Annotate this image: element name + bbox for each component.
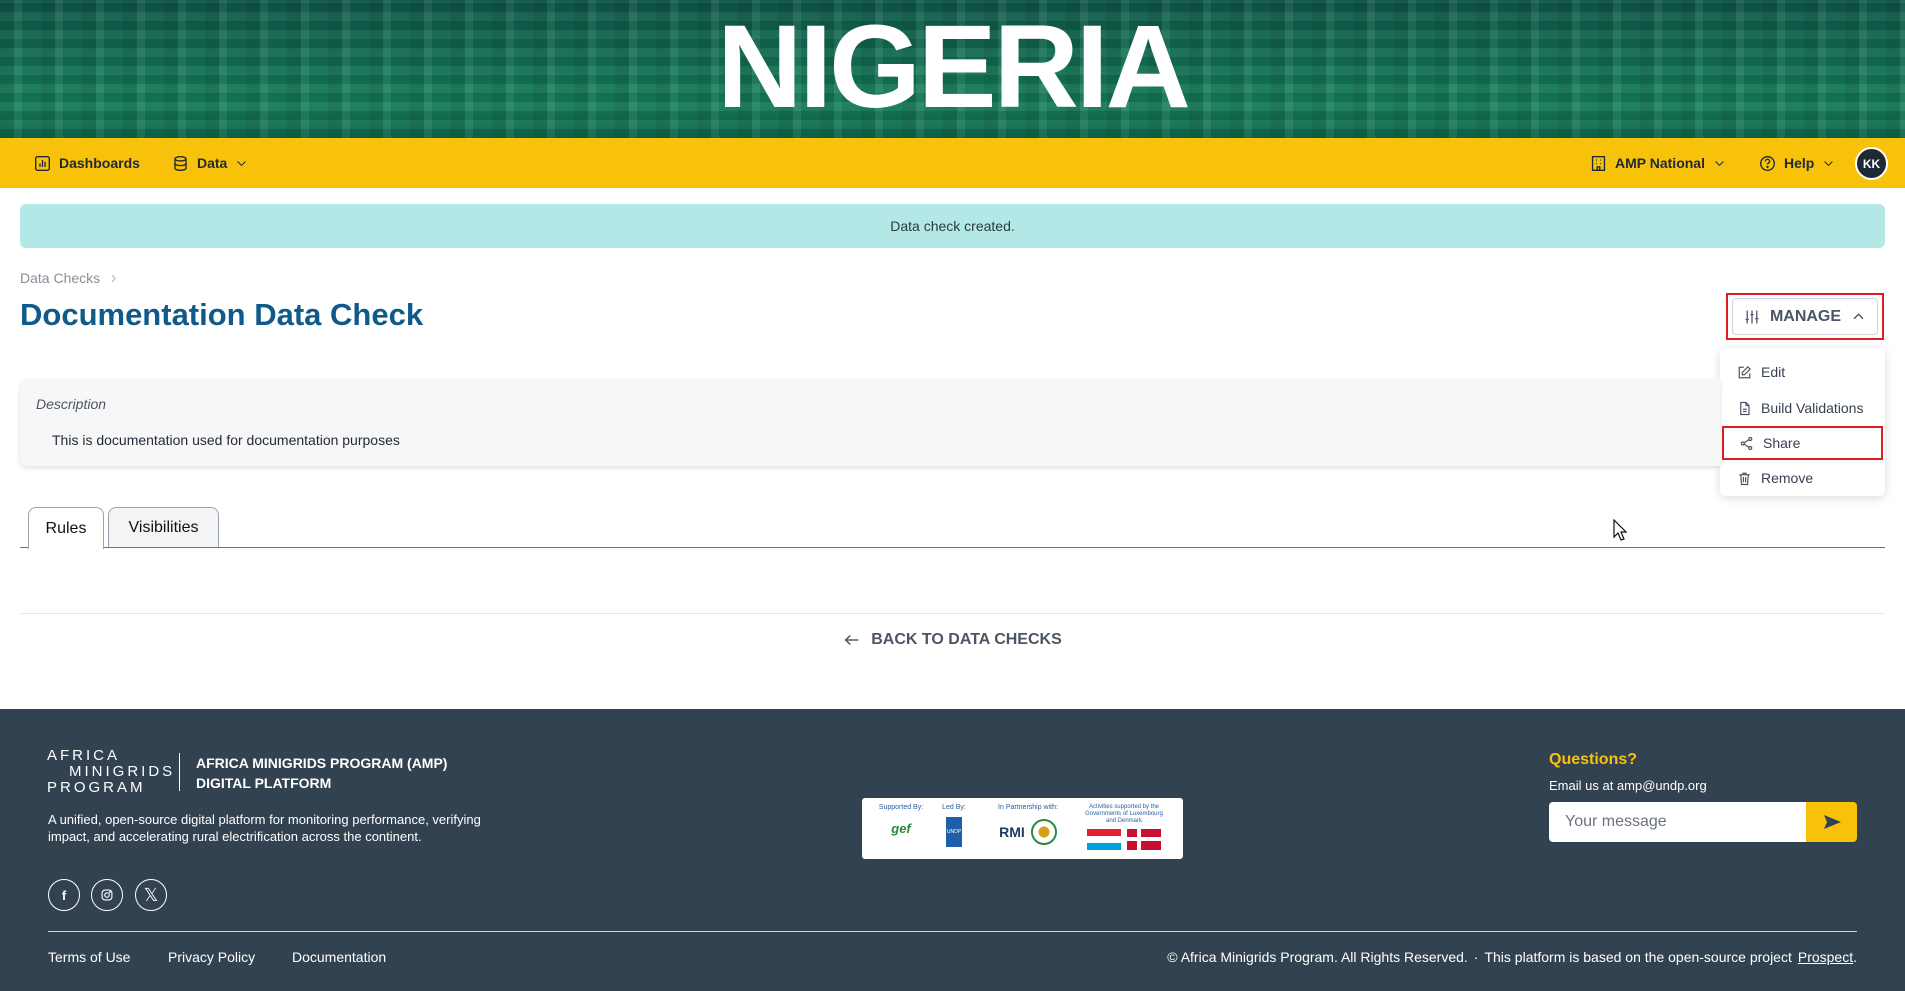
section-divider (20, 613, 1885, 614)
footer-divider (48, 931, 1857, 932)
page-title: Documentation Data Check (20, 297, 424, 332)
menu-item-remove-label: Remove (1761, 470, 1814, 486)
send-icon (1823, 815, 1841, 829)
menu-item-build-validations-label: Build Validations (1761, 400, 1864, 416)
footer-description: A unified, open-source digital platform … (48, 812, 481, 844)
tabs-divider (20, 547, 1885, 548)
menu-item-share[interactable]: Share (1722, 426, 1883, 460)
manage-button[interactable]: MANAGE (1732, 298, 1878, 335)
document-icon (1740, 401, 1750, 415)
site-footer: AFRICA MINIGRIDS PROGRAM AFRICA MINIGRID… (0, 709, 1905, 991)
description-card: Description This is documentation used f… (20, 379, 1720, 466)
chevron-down-icon (1715, 160, 1724, 166)
partner-rmi: In Partnership with: RMI (978, 804, 1078, 845)
gef-logo: gef (891, 821, 911, 836)
copyright-period: . (1853, 949, 1857, 965)
copyright-text: © Africa Minigrids Program. All Rights R… (1167, 949, 1468, 965)
program-title: AFRICA MINIGRIDS PROGRAM (AMP) DIGITAL P… (196, 753, 447, 793)
breadcrumb: Data Checks (20, 270, 119, 286)
manage-button-highlight: MANAGE (1726, 293, 1884, 340)
based-on-text: This platform is based on the open-sourc… (1484, 949, 1792, 965)
copyright-notice: © Africa Minigrids Program. All Rights R… (1167, 949, 1857, 965)
nav-help-label: Help (1784, 155, 1815, 171)
tab-rules[interactable]: Rules (28, 507, 104, 549)
manage-dropdown-menu: Edit Build Validations Share Remove (1720, 348, 1885, 496)
alert-message: Data check created. (890, 218, 1015, 234)
breadcrumb-data-checks[interactable]: Data Checks (20, 270, 100, 286)
documentation-link[interactable]: Documentation (292, 949, 386, 965)
undp-logo: UNDP (946, 817, 962, 847)
logo-divider (179, 753, 180, 791)
menu-item-share-label: Share (1763, 435, 1801, 451)
description-text: This is documentation used for documenta… (52, 432, 400, 448)
message-input[interactable] (1549, 802, 1806, 842)
partner-governments: Activities supported by the Governments … (1082, 804, 1166, 850)
chevron-up-icon (1853, 313, 1864, 320)
mouse-cursor-icon (1613, 519, 1627, 541)
activities-label: Activities supported by the Governments … (1085, 804, 1163, 824)
logo-line-2: MINIGRIDS (69, 763, 176, 780)
menu-item-build-validations[interactable]: Build Validations (1720, 390, 1885, 426)
africa-emblem-icon (1030, 819, 1057, 845)
chevron-down-icon (237, 160, 247, 166)
privacy-policy-link[interactable]: Privacy Policy (168, 949, 255, 965)
nav-organization[interactable]: AMP National (1590, 155, 1726, 172)
questions-heading: Questions? (1549, 751, 1638, 768)
menu-item-remove[interactable]: Remove (1720, 460, 1885, 496)
arrow-left-icon (844, 634, 859, 646)
back-link-label: BACK TO DATA CHECKS (871, 631, 1062, 648)
facebook-icon[interactable]: f (48, 879, 80, 911)
send-message-button[interactable] (1806, 802, 1857, 842)
nav-organization-label: AMP National (1615, 155, 1705, 171)
partnership-label: In Partnership with: (998, 804, 1058, 811)
success-alert: Data check created. (20, 204, 1885, 248)
partner-gef: Supported By: gef (872, 804, 930, 836)
description-label: Description (36, 396, 107, 412)
prospect-link[interactable]: Prospect (1798, 949, 1853, 965)
program-title-line-1: AFRICA MINIGRIDS PROGRAM (AMP) (196, 755, 448, 771)
rmi-logo: RMI (999, 824, 1025, 840)
share-icon (1740, 436, 1753, 450)
sliders-icon (1745, 310, 1759, 323)
nav-help[interactable]: Help (1759, 155, 1835, 172)
building-icon (1591, 155, 1606, 171)
edit-icon (1738, 365, 1751, 378)
partner-undp: Led By: UNDP (934, 804, 974, 847)
copyright-separator: · (1473, 949, 1479, 965)
tab-visibilities[interactable]: Visibilities (108, 507, 219, 548)
nav-dashboards[interactable]: Dashboards (34, 155, 140, 172)
nav-data-label: Data (197, 155, 228, 171)
user-avatar[interactable]: KK (1855, 147, 1888, 180)
x-twitter-icon[interactable]: 𝕏 (135, 879, 167, 911)
manage-button-label: MANAGE (1769, 307, 1842, 325)
amp-logo[interactable]: AFRICA MINIGRIDS PROGRAM (47, 747, 176, 796)
terms-of-use-link[interactable]: Terms of Use (48, 949, 130, 965)
top-navbar: Dashboards Data AMP National Help KK (0, 138, 1905, 188)
nav-data[interactable]: Data (172, 155, 248, 172)
hero-banner: NIGERIA (0, 0, 1905, 138)
partner-logos: Supported By: gef Led By: UNDP In Partne… (862, 798, 1183, 859)
instagram-icon[interactable] (91, 879, 123, 911)
menu-item-edit-label: Edit (1761, 364, 1786, 380)
trash-icon (1739, 472, 1750, 485)
denmark-flag-icon (1127, 829, 1161, 850)
back-to-data-checks-link[interactable]: BACK TO DATA CHECKS (0, 631, 1905, 649)
led-by-label: Led By: (942, 804, 966, 811)
menu-item-edit[interactable]: Edit (1720, 354, 1885, 390)
program-title-line-2: DIGITAL PLATFORM (196, 775, 332, 791)
nav-dashboards-label: Dashboards (59, 155, 140, 171)
database-icon (174, 155, 187, 171)
country-title: NIGERIA (717, 1, 1191, 133)
supported-by-label: Supported By: (878, 804, 924, 811)
bar-chart-icon (35, 155, 50, 171)
logo-line-1: AFRICA (47, 747, 121, 764)
logo-line-3: PROGRAM (47, 779, 146, 796)
contact-email[interactable]: Email us at amp@undp.org (1549, 778, 1707, 793)
help-circle-icon (1760, 155, 1775, 171)
luxembourg-flag-icon (1087, 829, 1121, 850)
chevron-right-icon (111, 274, 116, 282)
chevron-down-icon (1824, 160, 1834, 166)
